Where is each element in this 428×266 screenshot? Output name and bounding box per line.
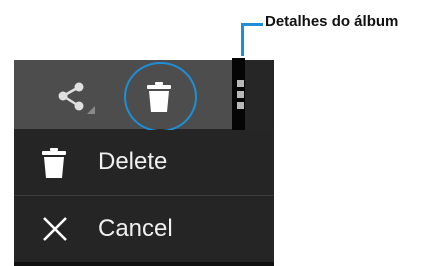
delete-confirm-menu: Delete Cancel <box>14 130 274 266</box>
share-button[interactable] <box>55 80 97 114</box>
trash-icon <box>42 148 66 178</box>
callout-album-details-label: Detalhes do álbum <box>265 13 399 30</box>
screen-bottom-edge <box>14 262 274 266</box>
delete-button-highlight <box>124 62 197 132</box>
callout-leader-horizontal <box>241 23 263 26</box>
overflow-dot <box>237 91 244 98</box>
overflow-dot <box>237 102 244 109</box>
action-bar <box>14 60 232 129</box>
overflow-dot <box>237 80 244 87</box>
menu-divider <box>14 195 274 196</box>
menu-item-cancel[interactable]: Cancel <box>14 197 274 262</box>
menu-item-label: Delete <box>98 148 168 175</box>
overflow-menu-button[interactable] <box>237 78 246 112</box>
share-icon <box>58 82 95 114</box>
menu-item-delete[interactable]: Delete <box>14 130 274 195</box>
close-icon <box>43 217 67 241</box>
menu-item-label: Cancel <box>98 215 173 242</box>
callout-leader-vertical <box>241 23 244 56</box>
